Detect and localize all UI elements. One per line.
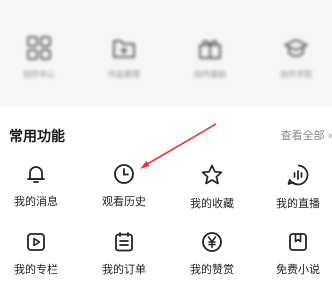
view-all-label: 查看全部	[280, 129, 325, 142]
function-label: 我的消息	[14, 195, 58, 208]
shortcut-creator-center[interactable]: 创作中心	[7, 30, 71, 90]
common-functions-section: 常用功能 查看全部 › 我的消息 观看历史 我的收藏 我的直播 我的专栏 我的订…	[0, 107, 332, 294]
function-my-favorites[interactable]: 我的收藏	[176, 163, 248, 211]
view-all-link[interactable]: 查看全部 ›	[281, 127, 332, 143]
chevron-right-icon: ›	[327, 129, 332, 142]
function-label: 我的专栏	[14, 263, 58, 276]
star-icon	[201, 164, 223, 185]
gift-icon	[199, 40, 221, 59]
creator-shortcuts-panel: 创作中心 作品管理 创作激励 创作学院	[0, 0, 332, 107]
function-label: 我的直播	[276, 197, 320, 210]
shortcut-label: 创作中心	[23, 70, 55, 79]
shortcut-creator-academy[interactable]: 创作学院	[264, 30, 328, 90]
clock-icon	[114, 164, 134, 184]
shortcut-label: 作品管理	[108, 70, 140, 79]
function-my-live[interactable]: 我的直播	[262, 163, 332, 211]
function-my-column[interactable]: 我的专栏	[0, 231, 72, 277]
order-icon	[115, 232, 133, 252]
function-label: 我的收藏	[190, 197, 234, 210]
function-label: 观看历史	[102, 195, 146, 208]
shortcut-label: 创作学院	[280, 70, 312, 79]
function-my-messages[interactable]: 我的消息	[0, 163, 72, 209]
function-free-novels[interactable]: 免费小说	[262, 231, 332, 277]
graduation-cap-icon	[284, 39, 308, 57]
shortcut-creator-incentive[interactable]: 创作激励	[178, 30, 242, 90]
bookmark-book-icon	[289, 233, 307, 251]
function-my-orders[interactable]: 我的订单	[88, 231, 160, 277]
bell-icon	[27, 166, 45, 183]
function-label: 我的赞赏	[190, 263, 234, 276]
function-label: 免费小说	[276, 263, 320, 276]
shortcut-works-management[interactable]: 作品管理	[92, 30, 156, 90]
shortcut-label: 创作激励	[194, 70, 226, 79]
folder-plus-icon	[113, 40, 135, 58]
grid-icon	[27, 36, 51, 60]
column-play-icon	[27, 233, 45, 251]
yuan-coin-icon	[202, 232, 222, 252]
function-my-tips[interactable]: 我的赞赏	[176, 231, 248, 277]
function-label: 我的订单	[102, 263, 146, 276]
function-watch-history[interactable]: 观看历史	[88, 163, 160, 209]
section-title: 常用功能	[9, 129, 65, 145]
live-icon	[287, 164, 309, 186]
